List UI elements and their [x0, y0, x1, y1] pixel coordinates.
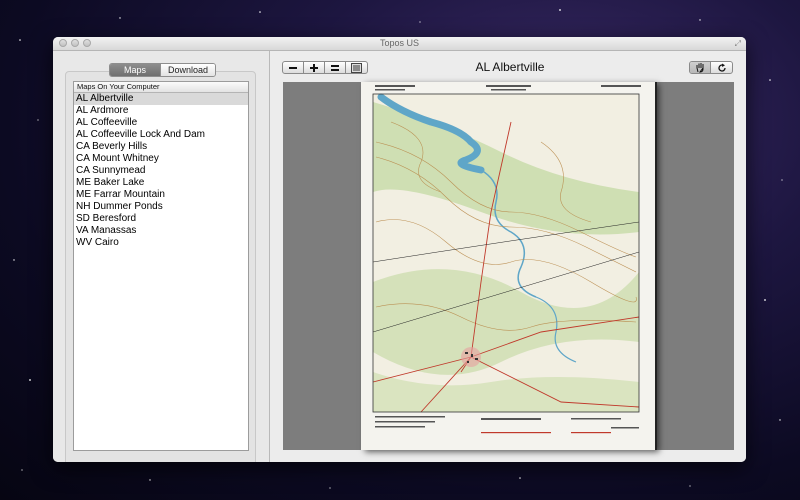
rotate-icon — [717, 63, 726, 72]
zoom-toolbar — [282, 61, 368, 74]
list-item[interactable]: CA Beverly Hills — [74, 141, 248, 153]
equals-icon — [331, 64, 339, 71]
fit-image-button[interactable] — [346, 62, 367, 73]
zoom-in-button[interactable] — [304, 62, 325, 73]
list-item[interactable]: CA Sunnymead — [74, 165, 248, 177]
map-title: AL Albertville — [475, 60, 545, 74]
minimize-window-button[interactable] — [71, 39, 79, 47]
list-item[interactable]: AL Ardmore — [74, 105, 248, 117]
zoom-out-button[interactable] — [283, 62, 304, 73]
rotate-button[interactable] — [711, 62, 732, 73]
list-item[interactable]: AL Coffeeville Lock And Dam — [74, 129, 248, 141]
list-item[interactable]: CA Mount Whitney — [74, 153, 248, 165]
pan-tool-button[interactable] — [690, 62, 711, 73]
fullscreen-icon[interactable]: ⤢ — [735, 39, 741, 48]
list-item[interactable]: AL Albertville — [74, 93, 248, 105]
title-bar[interactable]: Topos US ⤢ — [53, 37, 746, 51]
map-viewer[interactable] — [283, 82, 734, 450]
tab-download[interactable]: Download — [160, 64, 215, 76]
app-window: Topos US ⤢ Maps Download Maps On Your Co… — [53, 37, 746, 462]
minus-icon — [289, 66, 297, 69]
tool-mode-toolbar — [689, 61, 733, 74]
tab-maps[interactable]: Maps — [110, 64, 160, 76]
list-item[interactable]: WV Cairo — [74, 237, 248, 249]
list-item[interactable]: ME Farrar Mountain — [74, 189, 248, 201]
list-item[interactable]: ME Baker Lake — [74, 177, 248, 189]
close-window-button[interactable] — [59, 39, 67, 47]
list-item[interactable]: VA Manassas — [74, 225, 248, 237]
map-drawing — [372, 85, 641, 434]
image-icon — [351, 62, 362, 73]
map-viewer-pane: AL Albertville — [270, 51, 746, 462]
sidebar-tab-control: Maps Download — [109, 63, 216, 77]
topographic-map-image[interactable] — [361, 82, 655, 450]
sidebar: Maps Download Maps On Your Computer AL A… — [53, 51, 270, 462]
actual-size-button[interactable] — [325, 62, 346, 73]
list-item[interactable]: SD Beresford — [74, 213, 248, 225]
maps-list[interactable]: Maps On Your Computer AL Albertville AL A… — [73, 81, 249, 451]
list-item[interactable]: NH Dummer Ponds — [74, 201, 248, 213]
window-title: Topos US — [379, 38, 420, 48]
list-item[interactable]: AL Coffeeville — [74, 117, 248, 129]
plus-icon — [310, 63, 318, 72]
hand-icon — [696, 63, 704, 73]
list-header[interactable]: Maps On Your Computer — [74, 82, 248, 93]
zoom-window-button[interactable] — [83, 39, 91, 47]
